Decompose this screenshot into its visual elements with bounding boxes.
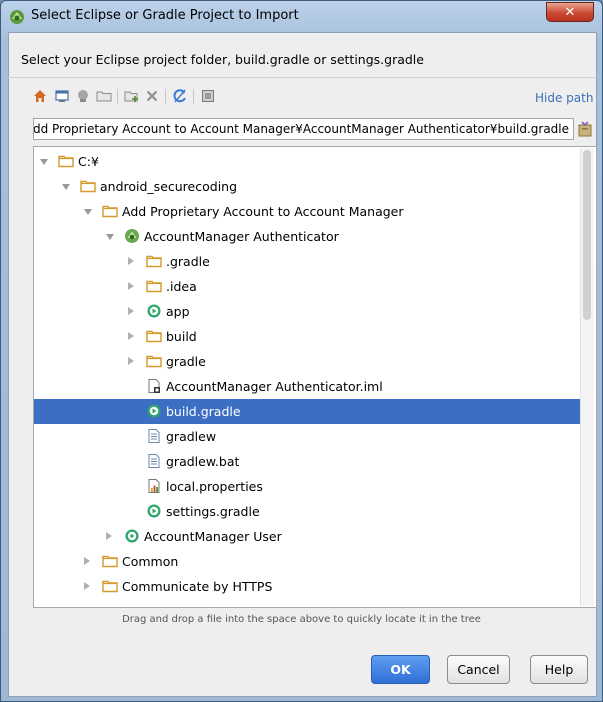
instruction-text: Select your Eclipse project folder, buil… — [21, 52, 424, 67]
expanded-arrow-icon[interactable] — [106, 234, 114, 240]
toolbar-separator — [165, 89, 166, 104]
tree-row-label: C:¥ — [78, 154, 99, 169]
toolbar-separator — [117, 89, 118, 104]
gradle-file-icon — [147, 504, 161, 518]
window-title: Select Eclipse or Gradle Project to Impo… — [31, 8, 299, 23]
show-hidden-icon[interactable] — [200, 88, 216, 104]
toolbar-separator — [193, 89, 194, 104]
delete-icon[interactable] — [144, 88, 160, 104]
tree-row-label: Common — [122, 554, 179, 569]
tree-row[interactable]: build — [34, 324, 581, 349]
iml-file-icon — [148, 379, 160, 393]
folder-icon — [102, 580, 118, 593]
project-icon[interactable] — [75, 88, 91, 104]
path-input[interactable]: Add Proprietary Account to Account Manag… — [33, 118, 574, 140]
drag-drop-hint: Drag and drop a file into the space abov… — [122, 614, 481, 625]
tree-row[interactable]: .idea — [34, 274, 581, 299]
gradle-module-icon — [147, 304, 161, 318]
folder-icon — [80, 180, 96, 193]
folder-icon — [58, 155, 74, 168]
tree-row-label: android_securecoding — [100, 179, 238, 194]
expanded-arrow-icon[interactable] — [62, 184, 70, 190]
ok-button[interactable]: OK — [371, 655, 430, 684]
folder-icon — [102, 555, 118, 568]
collapsed-arrow-icon[interactable] — [128, 257, 134, 265]
tree-scrollbar[interactable] — [580, 148, 594, 606]
tree-row[interactable]: local.properties — [34, 474, 581, 499]
folder-icon — [146, 355, 162, 368]
tree-row-label: .idea — [166, 279, 197, 294]
folder-icon — [146, 330, 162, 343]
tree-row-label: .gradle — [166, 254, 210, 269]
collapsed-arrow-icon[interactable] — [84, 582, 90, 590]
tree-row[interactable]: AccountManager Authenticator — [34, 224, 581, 249]
tree-row-label: build — [166, 329, 197, 344]
expanded-arrow-icon[interactable] — [40, 159, 48, 165]
collapsed-arrow-icon[interactable] — [128, 282, 134, 290]
close-button[interactable]: ✕ — [546, 2, 594, 22]
tree-row-label: gradlew — [166, 429, 217, 444]
cancel-button[interactable]: Cancel — [447, 655, 510, 684]
tree-row-label: AccountManager Authenticator.iml — [166, 379, 383, 394]
tree-row-label: build.gradle — [166, 404, 241, 419]
tree-row-label: AccountManager Authenticator — [144, 229, 339, 244]
hide-path-link[interactable]: Hide path — [535, 91, 593, 105]
path-value: Add Proprietary Account to Account Manag… — [33, 122, 569, 136]
collapsed-arrow-icon[interactable] — [106, 532, 112, 540]
tree-row-label: gradlew.bat — [166, 454, 240, 469]
tree-row[interactable]: settings.gradle — [34, 499, 581, 524]
folder-icon — [102, 205, 118, 218]
scrollbar-thumb[interactable] — [583, 150, 591, 320]
desktop-icon[interactable] — [54, 88, 70, 104]
collapsed-arrow-icon[interactable] — [128, 332, 134, 340]
tree-row[interactable]: Add Proprietary Account to Account Manag… — [34, 199, 581, 224]
tree-row[interactable]: gradle — [34, 349, 581, 374]
tree-row-label: Add Proprietary Account to Account Manag… — [122, 204, 404, 219]
help-button[interactable]: Help — [530, 655, 588, 684]
tree-row-label: app — [166, 304, 190, 319]
tree-row[interactable]: gradlew — [34, 424, 581, 449]
tree-row-label: gradle — [166, 354, 206, 369]
folder-icon — [146, 280, 162, 293]
tree-row[interactable]: AccountManager Authenticator.iml — [34, 374, 581, 399]
tree-row-label: AccountManager User — [144, 529, 282, 544]
tree-row[interactable]: Communicate by HTTPS — [34, 574, 581, 599]
text-file-icon — [148, 429, 160, 443]
properties-file-icon — [148, 479, 160, 493]
gradle-file-icon — [147, 404, 161, 418]
folder-icon — [146, 255, 162, 268]
tree-row[interactable]: C:¥ — [34, 149, 581, 174]
file-tree[interactable]: C:¥ android_securecoding Add Proprietary A… — [33, 146, 597, 608]
title-bar[interactable]: Select Eclipse or Gradle Project to Impo… — [1, 1, 602, 32]
tree-row[interactable]: AccountManager User — [34, 524, 581, 549]
refresh-icon[interactable] — [172, 88, 188, 104]
tree-row[interactable]: gradlew.bat — [34, 449, 581, 474]
module-icon[interactable] — [96, 88, 112, 104]
tree-row-label: Communicate by HTTPS — [122, 579, 273, 594]
tree-row-label: settings.gradle — [166, 504, 260, 519]
tree-row[interactable]: build.gradle — [34, 399, 581, 424]
collapsed-arrow-icon[interactable] — [128, 307, 134, 315]
gradle-module-icon — [125, 529, 139, 543]
path-history-icon[interactable] — [577, 120, 593, 138]
collapsed-arrow-icon[interactable] — [84, 557, 90, 565]
divider — [8, 77, 595, 78]
tree-row-label: local.properties — [166, 479, 263, 494]
android-project-icon — [125, 229, 139, 243]
home-icon[interactable] — [32, 88, 48, 104]
tree-row[interactable]: app — [34, 299, 581, 324]
new-folder-icon[interactable] — [124, 88, 140, 104]
tree-row[interactable]: .gradle — [34, 249, 581, 274]
tree-row[interactable]: Common — [34, 549, 581, 574]
tree-row[interactable]: android_securecoding — [34, 174, 581, 199]
collapsed-arrow-icon[interactable] — [128, 357, 134, 365]
expanded-arrow-icon[interactable] — [84, 209, 92, 215]
text-file-icon — [148, 454, 160, 468]
android-studio-icon — [10, 10, 24, 24]
